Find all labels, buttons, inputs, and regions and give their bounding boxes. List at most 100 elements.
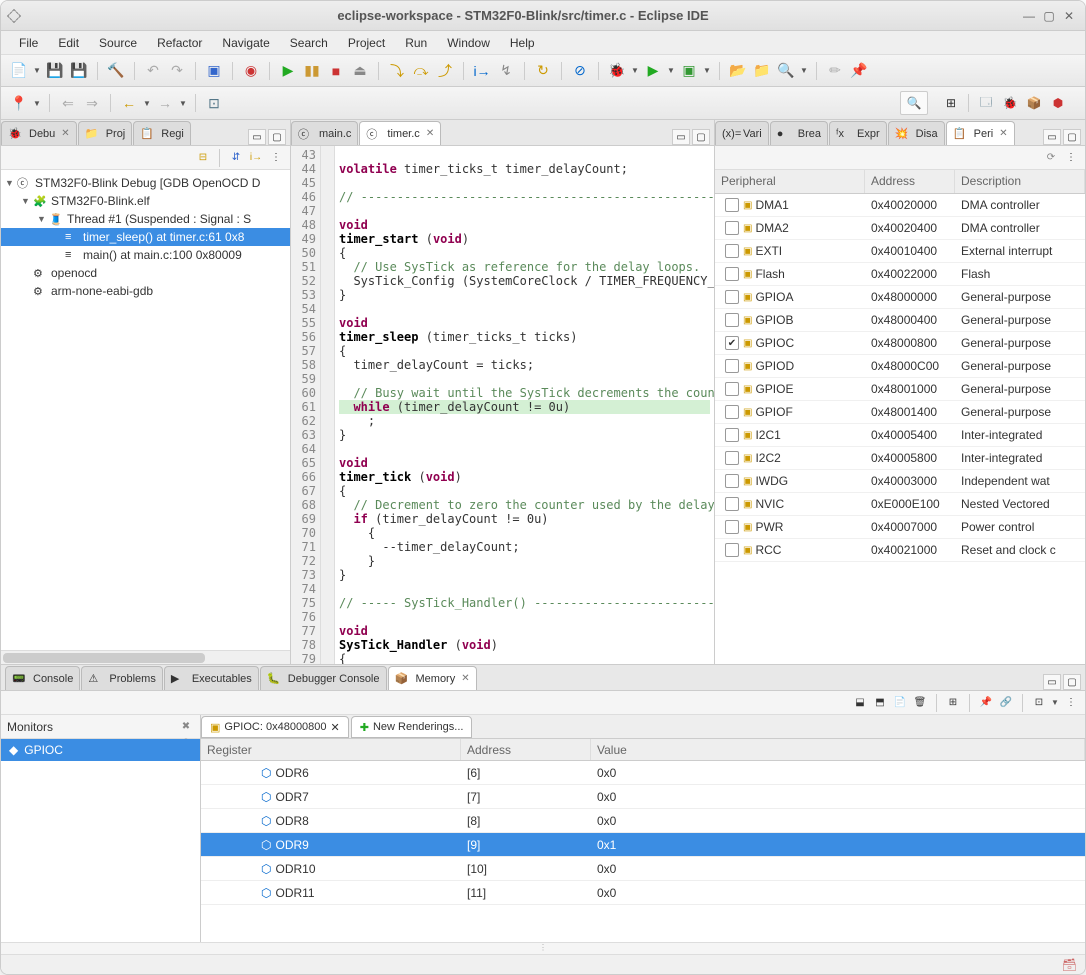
checkbox[interactable] <box>725 474 739 488</box>
close-icon[interactable]: ✕ <box>426 128 434 139</box>
peripheral-row[interactable]: ▣GPIOD0x48000C00General-purpose <box>715 355 1085 378</box>
maximize-icon[interactable]: ▢ <box>1063 674 1081 690</box>
peripheral-row[interactable]: ▣GPIOB0x48000400General-purpose <box>715 309 1085 332</box>
peripheral-row[interactable]: ▣IWDG0x40003000Independent wat <box>715 470 1085 493</box>
peripheral-row[interactable]: ▣I2C20x40005800Inter-integrated <box>715 447 1085 470</box>
checkbox[interactable] <box>725 290 739 304</box>
peripheral-row[interactable]: ▣DMA20x40020400DMA controller <box>715 217 1085 240</box>
new-folder-button[interactable]: 📁 <box>752 61 772 81</box>
register-row[interactable]: ⬡ODR6[6]0x0 <box>201 761 1085 785</box>
toggle-block-button[interactable]: ▣ <box>204 61 224 81</box>
step-over-button[interactable]: ⤼ <box>411 61 431 81</box>
right-tab-2[interactable]: ᶠxExpr <box>829 121 887 145</box>
menu-refactor[interactable]: Refactor <box>147 32 212 54</box>
menu-help[interactable]: Help <box>500 32 545 54</box>
checkbox[interactable] <box>725 497 739 511</box>
next-edit-button[interactable]: ⇒ <box>82 93 102 113</box>
right-tab-1[interactable]: ●Brea <box>770 121 828 145</box>
link-icon[interactable]: ⇵ <box>228 150 244 166</box>
peripheral-row[interactable]: ▣GPIOE0x48001000General-purpose <box>715 378 1085 401</box>
export-button[interactable]: ⬒ <box>872 695 888 711</box>
minimize-icon[interactable]: ▭ <box>248 129 266 145</box>
maximize-button[interactable]: ▢ <box>1041 8 1057 24</box>
tree-row[interactable]: ▼🧩STM32F0-Blink.elf <box>1 192 290 210</box>
checkbox[interactable] <box>725 451 739 465</box>
maximize-icon[interactable]: ▢ <box>268 129 286 145</box>
bottom-tab-2[interactable]: ▶Executables <box>164 666 259 690</box>
new-tab-button[interactable]: 📄 <box>892 695 908 711</box>
switch-button[interactable]: ⊡ <box>1031 695 1047 711</box>
menu-source[interactable]: Source <box>89 32 147 54</box>
right-tab-3[interactable]: 💥Disa <box>888 121 945 145</box>
pin-memory-button[interactable]: 📌 <box>978 695 994 711</box>
menu-project[interactable]: Project <box>338 32 395 54</box>
checkbox[interactable] <box>725 313 739 327</box>
minimize-icon[interactable]: ▭ <box>1043 129 1061 145</box>
checkbox[interactable] <box>725 382 739 396</box>
bottom-tab-4[interactable]: 📦Memory✕ <box>388 666 477 690</box>
terminate-relaunch-button[interactable]: ◉ <box>241 61 261 81</box>
menu-file[interactable]: File <box>9 32 48 54</box>
menu-search[interactable]: Search <box>280 32 338 54</box>
restart-button[interactable]: ↻ <box>533 61 553 81</box>
debug-button[interactable]: 🐞 <box>607 61 627 81</box>
save-button[interactable]: 💾 <box>45 61 65 81</box>
checkbox[interactable] <box>725 543 739 557</box>
monitor-item[interactable]: ◆ GPIOC <box>1 739 200 761</box>
forward-button[interactable]: → <box>155 93 175 113</box>
disconnect-button[interactable]: ⏏ <box>350 61 370 81</box>
checkbox[interactable]: ✔ <box>725 336 739 350</box>
run-button[interactable]: ▶ <box>643 61 663 81</box>
view-menu-icon[interactable]: ⋮ <box>268 150 284 166</box>
minimize-button[interactable]: — <box>1021 8 1037 24</box>
build-button[interactable]: 🔨 <box>106 61 126 81</box>
view-menu-icon[interactable]: ⋮ <box>1063 695 1079 711</box>
resume-button[interactable]: ▶ <box>278 61 298 81</box>
skip-breakpoints-button[interactable]: ⊘ <box>570 61 590 81</box>
tree-row[interactable]: ⚙arm-none-eabi-gdb <box>1 282 290 300</box>
editor-tab-1[interactable]: ⓒtimer.c✕ <box>359 121 441 145</box>
code-editor[interactable]: 4344454647484950515253545556575859606162… <box>291 146 714 664</box>
peripheral-row[interactable]: ▣GPIOA0x48000000General-purpose <box>715 286 1085 309</box>
remove-monitor-button[interactable]: ✖ <box>178 719 194 735</box>
quick-access-search[interactable]: 🔍 <box>900 91 928 115</box>
checkbox[interactable] <box>725 359 739 373</box>
register-row[interactable]: ⬡ODR8[8]0x0 <box>201 809 1085 833</box>
step-return-button[interactable]: ⤴ <box>435 61 455 81</box>
checkbox[interactable] <box>725 244 739 258</box>
link-memory-button[interactable]: 🔗 <box>998 695 1014 711</box>
close-icon[interactable]: ✕ <box>331 721 340 734</box>
peripheral-row[interactable]: ▣I2C10x40005400Inter-integrated <box>715 424 1085 447</box>
tree-row[interactable]: ▼ⓒSTM32F0-Blink Debug [GDB OpenOCD D <box>1 174 290 192</box>
editor-tab-0[interactable]: ⓒmain.c <box>291 121 358 145</box>
left-tab-1[interactable]: 📁Proj <box>78 121 133 145</box>
left-tab-2[interactable]: 📋Regi <box>133 121 191 145</box>
maximize-icon[interactable]: ▢ <box>692 129 710 145</box>
step-filter-icon[interactable]: i→ <box>248 150 264 166</box>
status-icon[interactable]: 🗃 <box>1062 958 1077 972</box>
menu-window[interactable]: Window <box>437 32 500 54</box>
menu-edit[interactable]: Edit <box>48 32 89 54</box>
minimize-icon[interactable]: ▭ <box>1043 674 1061 690</box>
search-button[interactable]: 🔍 <box>776 61 796 81</box>
undo-button[interactable]: ↶ <box>143 61 163 81</box>
peripheral-row[interactable]: ▣DMA10x40020000DMA controller <box>715 194 1085 217</box>
peripheral-row[interactable]: ▣RCC0x40021000Reset and clock c <box>715 539 1085 562</box>
menu-run[interactable]: Run <box>395 32 437 54</box>
layout-button[interactable]: ⊞ <box>945 695 961 711</box>
tree-row[interactable]: ⚙openocd <box>1 264 290 282</box>
close-icon[interactable]: ✕ <box>999 128 1007 139</box>
peripheral-row[interactable]: ▣GPIOF0x48001400General-purpose <box>715 401 1085 424</box>
tree-row[interactable]: ≡main() at main.c:100 0x80009 <box>1 246 290 264</box>
bottom-tab-0[interactable]: 📟Console <box>5 666 80 690</box>
perspective-debug[interactable]: 🐞 <box>999 92 1021 114</box>
peripheral-row[interactable]: ▣EXTI0x40010400External interrupt <box>715 240 1085 263</box>
back-button[interactable]: ← <box>119 93 139 113</box>
instruction-step-button[interactable]: i→ <box>472 61 492 81</box>
checkbox[interactable] <box>725 221 739 235</box>
register-row[interactable]: ⬡ODR10[10]0x0 <box>201 857 1085 881</box>
redo-button[interactable]: ↷ <box>167 61 187 81</box>
minimize-icon[interactable]: ▭ <box>672 129 690 145</box>
right-tab-4[interactable]: 📋Peri✕ <box>946 121 1015 145</box>
perspective-packs[interactable]: 📦 <box>1023 92 1045 114</box>
